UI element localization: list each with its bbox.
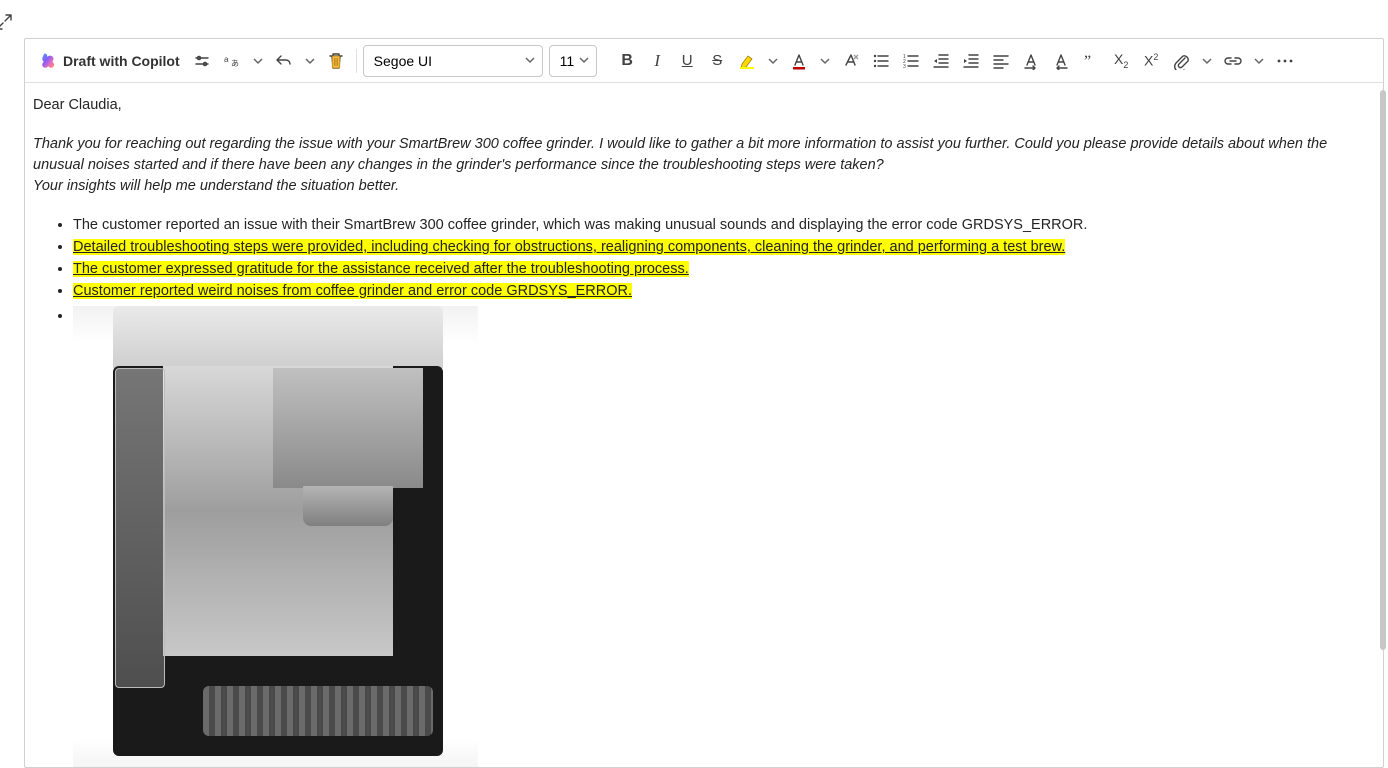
- copilot-label: Draft with Copilot: [63, 53, 180, 69]
- summary-bullet-item: Customer reported weird noises from coff…: [73, 281, 1375, 302]
- editor-language-button[interactable]: aあ: [218, 45, 246, 77]
- svg-text:”: ”: [1084, 53, 1091, 70]
- editor-language-more[interactable]: [248, 45, 268, 77]
- toolbar-divider: [356, 49, 357, 73]
- decrease-indent-button[interactable]: [927, 45, 955, 77]
- copilot-button[interactable]: Draft with Copilot: [33, 45, 186, 77]
- attach-button[interactable]: [1167, 45, 1195, 77]
- bold-button[interactable]: B: [613, 45, 641, 77]
- undo-button[interactable]: [270, 45, 298, 77]
- font-color-more[interactable]: [815, 45, 835, 77]
- vertical-scrollbar[interactable]: [1380, 90, 1386, 650]
- email-body-editor[interactable]: Dear Claudia, Thank you for reaching out…: [25, 83, 1383, 767]
- increase-indent-button[interactable]: [957, 45, 985, 77]
- copilot-options-button[interactable]: [188, 45, 216, 77]
- editor-frame: Draft with Copilot aあ Segoe UI: [24, 38, 1384, 768]
- format-toolbar: Draft with Copilot aあ Segoe UI: [25, 39, 1383, 83]
- svg-text:a: a: [224, 55, 229, 64]
- italic-button[interactable]: I: [643, 45, 671, 77]
- summary-bullet-item: The customer reported an issue with thei…: [73, 215, 1375, 236]
- product-image[interactable]: [73, 306, 478, 767]
- rtl-button[interactable]: [1047, 45, 1075, 77]
- bullet-list-button[interactable]: [867, 45, 895, 77]
- ltr-button[interactable]: [1017, 45, 1045, 77]
- link-more[interactable]: [1249, 45, 1269, 77]
- superscript-button[interactable]: X2: [1137, 45, 1165, 77]
- greeting-text: Dear Claudia,: [33, 95, 1375, 116]
- summary-bullet-item: Detailed troubleshooting steps were prov…: [73, 237, 1375, 258]
- numbered-list-button[interactable]: 123: [897, 45, 925, 77]
- underline-button[interactable]: U: [673, 45, 701, 77]
- delete-button[interactable]: [322, 45, 350, 77]
- image-list-item: [73, 306, 1375, 767]
- font-color-button[interactable]: [785, 45, 813, 77]
- subscript-button[interactable]: X2: [1107, 45, 1135, 77]
- align-button[interactable]: [987, 45, 1015, 77]
- font-size-select[interactable]: 11: [549, 45, 598, 77]
- attach-more[interactable]: [1197, 45, 1217, 77]
- collapse-editor-icon[interactable]: [0, 6, 18, 38]
- more-options-button[interactable]: [1271, 45, 1299, 77]
- link-button[interactable]: [1219, 45, 1247, 77]
- intro-line-2: Your insights will help me understand th…: [33, 178, 399, 194]
- clear-formatting-button[interactable]: [837, 45, 865, 77]
- font-size-value: 11: [560, 53, 575, 69]
- strikethrough-button[interactable]: S: [703, 45, 731, 77]
- intro-paragraph: Thank you for reaching out regarding the…: [33, 134, 1353, 197]
- summary-bullet-list: The customer reported an issue with thei…: [33, 215, 1375, 302]
- svg-text:3: 3: [903, 64, 906, 70]
- intro-line-1: Thank you for reaching out regarding the…: [33, 136, 1327, 173]
- font-family-value: Segoe UI: [374, 53, 432, 69]
- summary-bullet-item: The customer expressed gratitude for the…: [73, 259, 1375, 280]
- undo-more[interactable]: [300, 45, 320, 77]
- font-family-select[interactable]: Segoe UI: [363, 45, 543, 77]
- highlight-more[interactable]: [763, 45, 783, 77]
- quote-button[interactable]: ”: [1077, 45, 1105, 77]
- svg-text:あ: あ: [231, 59, 239, 68]
- highlight-button[interactable]: [733, 45, 761, 77]
